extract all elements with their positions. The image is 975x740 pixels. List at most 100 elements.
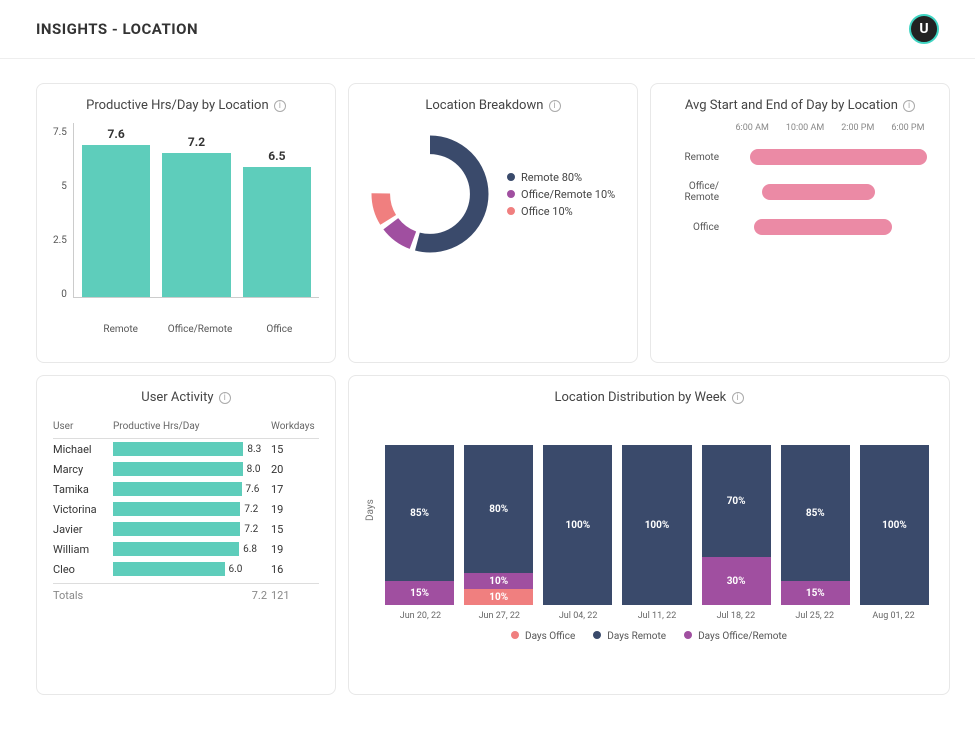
bar-label: Office/Remote xyxy=(160,324,239,335)
user-bar xyxy=(113,502,240,516)
stacked-column: 100% xyxy=(622,445,691,605)
user-activity-table: User Productive Hrs/Day Workdays Michael… xyxy=(53,415,319,605)
bar-value: 7.6 xyxy=(107,127,124,141)
legend-item: Days Remote xyxy=(593,631,666,642)
timeline-label: Office/ Remote xyxy=(667,181,727,203)
page-title: INSIGHTS - LOCATION xyxy=(36,20,198,38)
legend-item: Days Office xyxy=(511,631,575,642)
table-row: Tamika7.617 xyxy=(53,479,319,499)
seg-mixed: 10% xyxy=(464,573,533,589)
table-row: Marcy 8.020 xyxy=(53,459,319,479)
table-row: William 6.819 xyxy=(53,539,319,559)
user-name: Cleo xyxy=(53,563,113,576)
user-bar xyxy=(113,442,243,456)
table-row: Victorina7.219 xyxy=(53,499,319,519)
user-bar-cell: 6.0 xyxy=(113,562,271,576)
seg-remote: 100% xyxy=(622,445,691,605)
bar-column: 7.6 xyxy=(82,123,150,297)
avatar[interactable]: U xyxy=(909,14,939,44)
user-bar-cell: 8.0 xyxy=(113,462,271,476)
seg-remote: 100% xyxy=(860,445,929,605)
user-name: William xyxy=(53,543,113,556)
info-icon[interactable]: i xyxy=(219,392,231,404)
donut-chart: Remote 80% Office/Remote 10% Office 10% xyxy=(365,129,621,259)
timeline-track xyxy=(727,184,933,200)
stacked-legend: Days Office Days Remote Days Office/Remo… xyxy=(365,631,933,642)
stacked-bars: 15%85%10%10%80%100%100%30%70%15%85%100% xyxy=(381,415,933,605)
timeline-label: Office xyxy=(667,222,727,233)
table-row: Cleo6.016 xyxy=(53,559,319,579)
timeline-bar xyxy=(754,219,892,235)
x-label: Aug 01, 22 xyxy=(854,611,933,621)
table-row: Michael8.315 xyxy=(53,439,319,459)
dashboard-grid: Productive Hrs/Day by Location i 7.5 5 2… xyxy=(0,59,975,719)
legend-dot xyxy=(593,631,601,639)
user-days: 15 xyxy=(271,523,319,536)
info-icon[interactable]: i xyxy=(274,100,286,112)
user-name: Tamika xyxy=(53,483,113,496)
card-title: Location Breakdown i xyxy=(365,98,621,113)
user-name: Marcy xyxy=(53,463,113,476)
user-bar xyxy=(113,562,225,576)
user-bar xyxy=(113,462,243,476)
stacked-x-labels: Jun 20, 22Jun 27, 22Jul 04, 22Jul 11, 22… xyxy=(381,605,933,621)
legend-dot xyxy=(684,631,692,639)
user-hrs: 7.6 xyxy=(242,484,271,495)
info-icon[interactable]: i xyxy=(732,392,744,404)
y-axis-label: Days xyxy=(365,415,381,605)
user-days: 16 xyxy=(271,563,319,576)
legend-dot xyxy=(507,190,515,198)
info-icon[interactable]: i xyxy=(903,100,915,112)
bar-value: 7.2 xyxy=(188,135,205,149)
user-days: 19 xyxy=(271,543,319,556)
user-hrs: 7.2 xyxy=(240,524,271,535)
seg-remote: 85% xyxy=(781,445,850,581)
stacked-column: 100% xyxy=(860,445,929,605)
table-body: Michael8.315Marcy8.020Tamika7.617Victori… xyxy=(53,439,319,579)
card-productive-hrs: Productive Hrs/Day by Location i 7.5 5 2… xyxy=(36,83,336,363)
stacked-column: 30%70% xyxy=(702,445,771,605)
stacked-column: 100% xyxy=(543,445,612,605)
donut-legend: Remote 80% Office/Remote 10% Office 10% xyxy=(507,167,615,222)
x-label: Jul 11, 22 xyxy=(618,611,697,621)
user-days: 15 xyxy=(271,443,319,456)
user-name: Victorina xyxy=(53,503,113,516)
x-label: Jul 18, 22 xyxy=(696,611,775,621)
bar-label: Office xyxy=(240,324,319,335)
seg-mixed: 15% xyxy=(781,581,850,605)
user-hrs: 6.8 xyxy=(239,544,271,555)
seg-remote: 70% xyxy=(702,445,771,557)
stacked-chart: Days 15%85%10%10%80%100%100%30%70%15%85%… xyxy=(365,415,933,605)
stacked-column: 15%85% xyxy=(781,445,850,605)
card-location-breakdown: Location Breakdown i Remote 80% Office/R… xyxy=(348,83,638,363)
seg-remote: 100% xyxy=(543,445,612,605)
timeline-bar xyxy=(762,184,875,200)
bar-column: 6.5 xyxy=(243,123,311,297)
card-title: Avg Start and End of Day by Location i xyxy=(667,98,933,113)
time-axis: 6:00 AM 10:00 AM 2:00 PM 6:00 PM xyxy=(727,123,933,133)
seg-mixed: 15% xyxy=(385,581,454,605)
bar xyxy=(243,167,311,297)
page-header: INSIGHTS - LOCATION U xyxy=(0,0,975,59)
user-bar xyxy=(113,542,239,556)
x-label: Jun 20, 22 xyxy=(381,611,460,621)
user-hrs: 8.0 xyxy=(243,464,271,475)
bar-labels: RemoteOffice/RemoteOffice xyxy=(53,324,319,335)
timeline-rows: RemoteOffice/ RemoteOffice xyxy=(667,149,933,235)
legend-item: Office/Remote 10% xyxy=(507,188,615,201)
user-days: 19 xyxy=(271,503,319,516)
table-row: Javier7.215 xyxy=(53,519,319,539)
user-name: Michael xyxy=(53,443,113,456)
user-days: 20 xyxy=(271,463,319,476)
timeline-row: Office xyxy=(667,219,933,235)
user-bar xyxy=(113,522,240,536)
legend-dot xyxy=(507,207,515,215)
user-bar-cell: 7.2 xyxy=(113,522,271,536)
legend-dot xyxy=(511,631,519,639)
bars-area: 7.6 7.2 6.5 xyxy=(73,123,319,298)
seg-remote: 80% xyxy=(464,445,533,573)
seg-office: 10% xyxy=(464,589,533,605)
info-icon[interactable]: i xyxy=(549,100,561,112)
table-header: User Productive Hrs/Day Workdays xyxy=(53,415,319,439)
legend-item: Days Office/Remote xyxy=(684,631,787,642)
